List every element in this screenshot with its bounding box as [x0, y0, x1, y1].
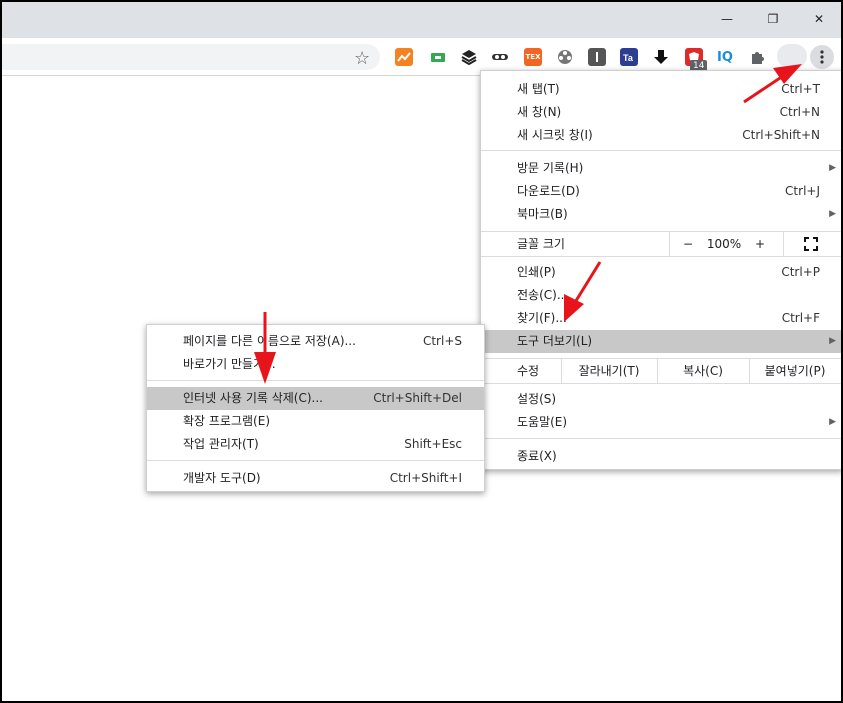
arrow-to-clear-data-icon	[254, 312, 276, 384]
browser-window: — ❐ ✕ ☆ TEX Ta 14 IQ 새 탭(T) Ctrl+T 새 창(N…	[0, 0, 843, 703]
annotation-layer	[254, 64, 802, 384]
arrow-to-more-tools-icon	[564, 261, 602, 322]
arrow-to-kebab-icon	[743, 64, 802, 104]
